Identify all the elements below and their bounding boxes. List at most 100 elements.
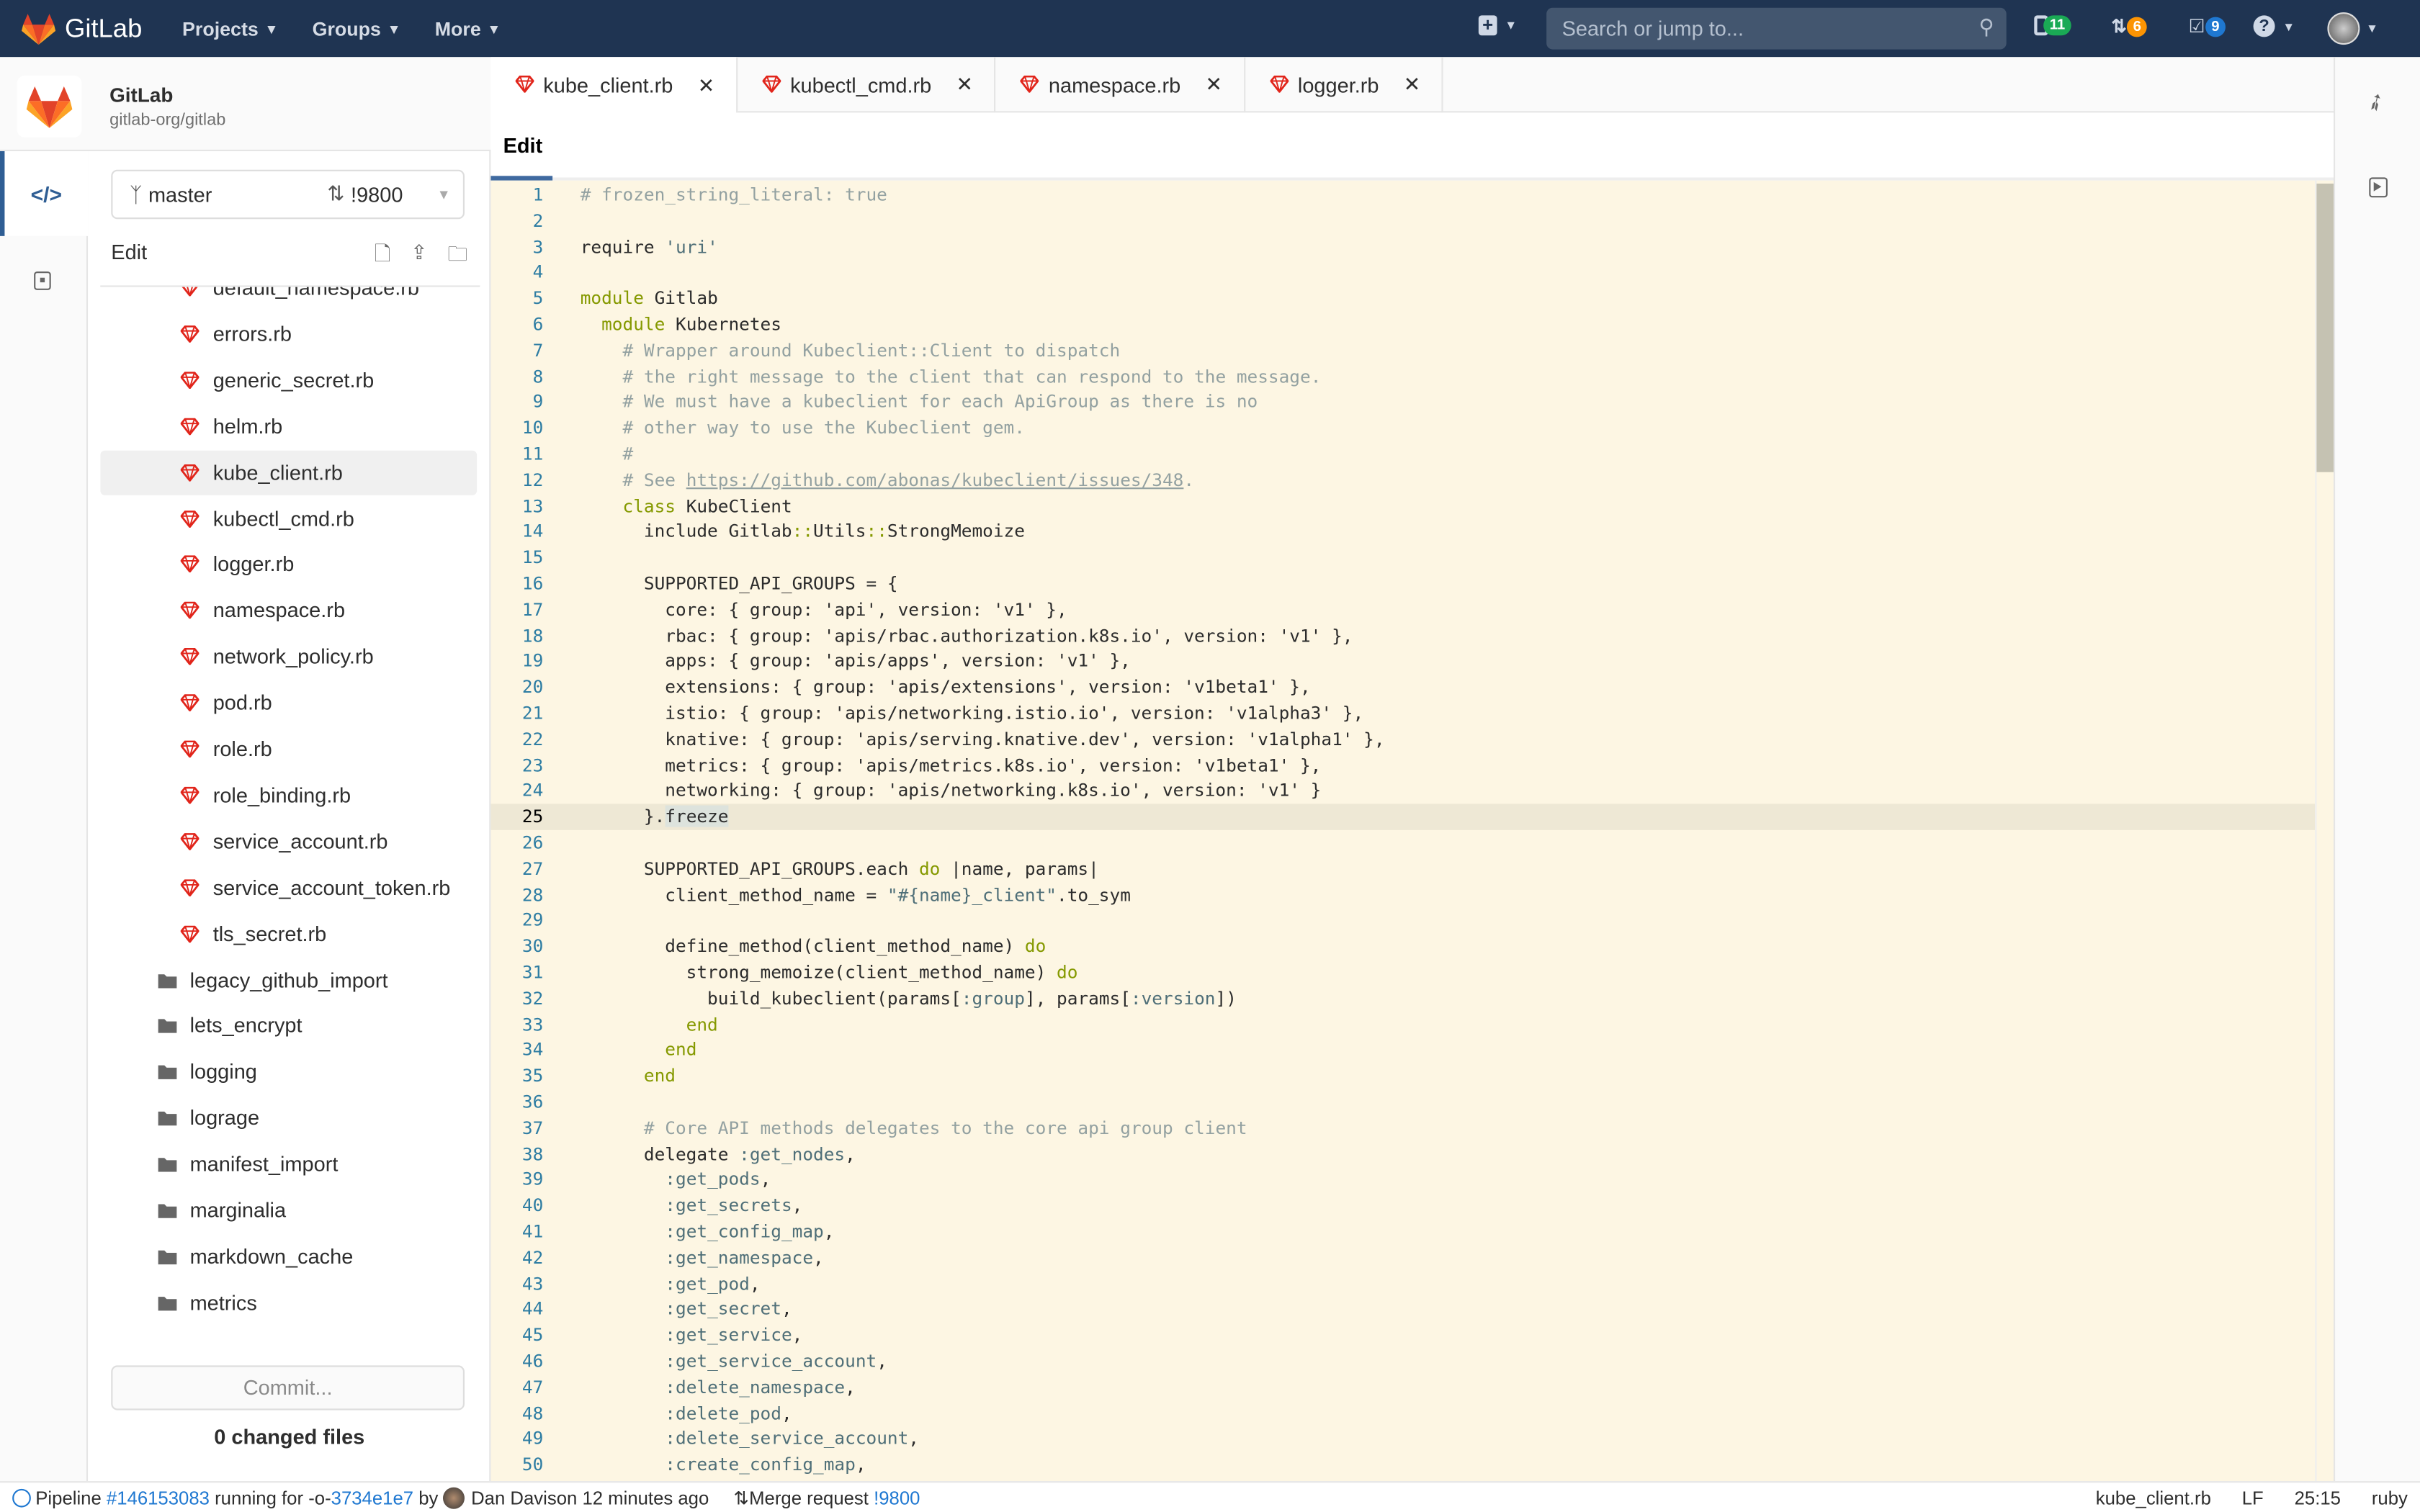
code-line[interactable]: 44 :get_secret,	[490, 1297, 2315, 1323]
code-line[interactable]: 41 :get_config_map,	[490, 1219, 2315, 1245]
file-item[interactable]: generic_secret.rb	[100, 358, 477, 402]
new-folder-icon[interactable]: 🗀	[447, 240, 467, 274]
commit-link[interactable]: 3734e1e7	[331, 1487, 413, 1508]
folder-item[interactable]: markdown_cache	[100, 1234, 477, 1279]
file-item[interactable]: tls_secret.rb	[100, 912, 477, 956]
file-item[interactable]: service_account_token.rb	[100, 865, 477, 909]
edit-mode-button[interactable]: </>	[0, 151, 89, 236]
folder-item[interactable]: middleware	[100, 1326, 477, 1339]
file-item[interactable]: namespace.rb	[100, 588, 477, 633]
rocket-icon[interactable]: ➶	[2360, 85, 2391, 119]
code-line[interactable]: 18 rbac: { group: 'apis/rbac.authorizati…	[490, 623, 2315, 649]
code-line[interactable]: 16 SUPPORTED_API_GROUPS = {	[490, 571, 2315, 597]
code-line[interactable]: 33 end	[490, 1012, 2315, 1038]
project-avatar[interactable]	[17, 76, 82, 138]
code-line[interactable]: 14 include Gitlab::Utils::StrongMemoize	[490, 519, 2315, 545]
code-line[interactable]: 47 :delete_namespace,	[490, 1374, 2315, 1400]
review-mode-button[interactable]	[34, 271, 51, 290]
close-icon[interactable]: ✕	[1404, 73, 1420, 97]
new-file-icon[interactable]: 🗋	[375, 240, 390, 274]
merge-requests-button[interactable]: ⇅ 6	[2111, 15, 2148, 37]
code-line[interactable]: 21 istio: { group: 'apis/networking.isti…	[490, 701, 2315, 726]
code-line[interactable]: 17 core: { group: 'api', version: 'v1' }…	[490, 597, 2315, 623]
code-line[interactable]: 39 :get_pods,	[490, 1167, 2315, 1193]
code-line[interactable]: 29	[490, 908, 2315, 934]
tab-logger-rb[interactable]: logger.rb ✕	[1245, 57, 1444, 113]
live-preview-button[interactable]	[2369, 177, 2388, 198]
folder-item[interactable]: manifest_import	[100, 1142, 477, 1187]
tab-edit[interactable]: Edit	[503, 134, 543, 157]
code-line[interactable]: 38 delegate :get_nodes,	[490, 1141, 2315, 1167]
code-line[interactable]: 25 }.freeze	[490, 804, 2316, 830]
code-line[interactable]: 10 # other way to use the Kubeclient gem…	[490, 415, 2315, 441]
tab-namespace-rb[interactable]: namespace.rb ✕	[996, 57, 1246, 113]
code-line[interactable]: 42 :get_namespace,	[490, 1245, 2315, 1271]
file-item[interactable]: default_namespace.rb	[100, 287, 477, 310]
code-line[interactable]: 1 # frozen_string_literal: true	[490, 182, 2315, 208]
file-item[interactable]: service_account.rb	[100, 819, 477, 863]
search-input[interactable]: Search or jump to... ⚲	[1546, 7, 2007, 50]
code-line[interactable]: 4	[490, 260, 2315, 286]
menu-groups[interactable]: Groups ▼	[313, 18, 401, 40]
folder-item[interactable]: lograge	[100, 1096, 477, 1140]
tab-kube_client-rb[interactable]: kube_client.rb ✕	[490, 57, 738, 114]
close-icon[interactable]: ✕	[956, 73, 973, 97]
code-line[interactable]: 3 require 'uri'	[490, 234, 2315, 260]
issues-button[interactable]: 11	[2034, 15, 2071, 36]
code-line[interactable]: 28 client_method_name = "#{name}_client"…	[490, 882, 2315, 908]
code-line[interactable]: 36	[490, 1089, 2315, 1115]
code-line[interactable]: 48 :delete_pod,	[490, 1400, 2315, 1426]
tab-kubectl_cmd-rb[interactable]: kubectl_cmd.rb ✕	[738, 57, 997, 113]
code-line[interactable]: 22 knative: { group: 'apis/serving.knati…	[490, 726, 2315, 752]
code-line[interactable]: 49 :delete_service_account,	[490, 1426, 2315, 1452]
code-line[interactable]: 35 end	[490, 1063, 2315, 1089]
code-line[interactable]: 8 # the right message to the client that…	[490, 364, 2315, 390]
file-item[interactable]: kube_client.rb	[100, 449, 478, 495]
code-line[interactable]: 32 build_kubeclient(params[:group], para…	[490, 986, 2315, 1012]
upload-icon[interactable]: ⇪	[411, 240, 427, 274]
menu-projects[interactable]: Projects ▼	[182, 18, 278, 40]
code-line[interactable]: 26	[490, 830, 2315, 856]
code-line[interactable]: 45 :get_service,	[490, 1323, 2315, 1349]
pipeline-link[interactable]: #146153083	[107, 1487, 210, 1508]
code-line[interactable]: 19 apps: { group: 'apis/apps', version: …	[490, 649, 2315, 675]
code-line[interactable]: 37 # Core API methods delegates to the c…	[490, 1115, 2315, 1141]
code-line[interactable]: 40 :get_secrets,	[490, 1193, 2315, 1219]
file-item[interactable]: role_binding.rb	[100, 773, 477, 817]
file-item[interactable]: errors.rb	[100, 312, 477, 356]
folder-item[interactable]: lets_encrypt	[100, 1004, 477, 1048]
file-item[interactable]: helm.rb	[100, 404, 477, 449]
code-line[interactable]: 34 end	[490, 1038, 2315, 1063]
menu-more[interactable]: More ▼	[435, 18, 501, 40]
code-line[interactable]: 27 SUPPORTED_API_GROUPS.each do |name, p…	[490, 856, 2315, 882]
code-editor[interactable]: 1 # frozen_string_literal: true 2 3 require …	[490, 180, 2316, 1482]
code-line[interactable]: 31 strong_memoize(client_method_name) do	[490, 960, 2315, 986]
help-button[interactable]: ? ▼	[2253, 15, 2295, 37]
code-line[interactable]: 30 define_method(client_method_name) do	[490, 934, 2315, 960]
code-line[interactable]: 12 # See https://github.com/abonas/kubec…	[490, 467, 2315, 493]
gitlab-logo[interactable]: GitLab	[22, 13, 142, 45]
folder-item[interactable]: logging	[100, 1050, 477, 1094]
code-line[interactable]: 6 module Kubernetes	[490, 312, 2315, 338]
folder-item[interactable]: metrics	[100, 1280, 477, 1325]
close-icon[interactable]: ✕	[1206, 73, 1222, 97]
editor-scrollbar[interactable]	[2315, 180, 2336, 1482]
file-item[interactable]: kubectl_cmd.rb	[100, 496, 477, 541]
file-item[interactable]: role.rb	[100, 726, 477, 771]
close-icon[interactable]: ✕	[698, 73, 714, 98]
todos-button[interactable]: ☑ 9	[2189, 15, 2226, 37]
mr-link[interactable]: !9800	[874, 1487, 920, 1508]
project-name[interactable]: GitLab	[109, 84, 173, 107]
code-line[interactable]: 23 metrics: { group: 'apis/metrics.k8s.i…	[490, 752, 2315, 778]
file-item[interactable]: logger.rb	[100, 542, 477, 587]
code-line[interactable]: 7 # Wrapper around Kubeclient::Client to…	[490, 338, 2315, 364]
scrollbar-thumb[interactable]	[2316, 183, 2336, 472]
code-line[interactable]: 43 :get_pod,	[490, 1271, 2315, 1297]
code-line[interactable]: 50 :create_config_map,	[490, 1452, 2315, 1478]
code-line[interactable]: 9 # We must have a kubeclient for each A…	[490, 390, 2315, 415]
code-line[interactable]: 2	[490, 208, 2315, 234]
code-line[interactable]: 15	[490, 545, 2315, 571]
code-line[interactable]: 20 extensions: { group: 'apis/extensions…	[490, 675, 2315, 701]
folder-item[interactable]: legacy_github_import	[100, 958, 477, 1002]
code-line[interactable]: 46 :get_service_account,	[490, 1349, 2315, 1374]
